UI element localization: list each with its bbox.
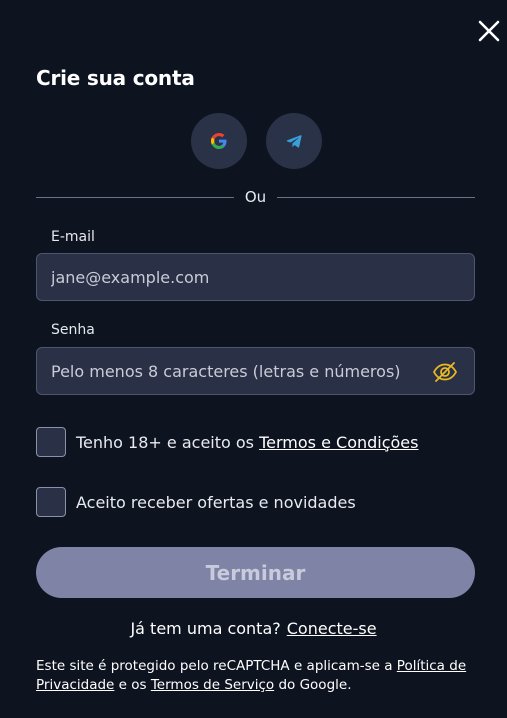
email-label: E-mail [51,229,95,245]
offers-checkbox[interactable] [36,487,66,517]
recaptcha-text-1: Este site é protegido pelo reCAPTCHA e a… [36,658,397,674]
terms-row: Tenho 18+ e aceito os Termos e Condições [36,427,418,457]
close-icon [478,20,500,42]
divider-line-left [36,197,234,198]
google-signin-button[interactable] [191,113,247,169]
recaptcha-text-3: do Google. [274,677,352,693]
email-field[interactable] [36,253,475,301]
close-button[interactable] [476,18,502,44]
google-icon [211,133,227,149]
terms-prefix: Tenho 18+ e aceito os [76,432,260,452]
recaptcha-notice: Este site é protegido pelo reCAPTCHA e a… [36,657,476,695]
terms-label: Tenho 18+ e aceito os Termos e Condições [76,433,418,452]
recaptcha-text-2: e os [114,677,151,693]
login-row: Já tem uma conta? Conecte-se [0,619,507,638]
eye-off-icon [432,362,458,382]
terms-checkbox[interactable] [36,427,66,457]
terms-of-service-link[interactable]: Termos de Serviço [151,677,274,693]
offers-label: Aceito receber ofertas e novidades [76,492,356,512]
divider-line-right [277,197,475,198]
offers-row: Aceito receber ofertas e novidades [36,487,356,517]
submit-button[interactable]: Terminar [36,547,475,598]
telegram-signin-button[interactable] [266,113,322,169]
have-account-text: Já tem uma conta? [130,619,281,638]
login-link[interactable]: Conecte-se [287,619,377,638]
toggle-password-visibility-button[interactable] [432,359,458,385]
password-label: Senha [51,322,95,338]
password-field[interactable] [36,347,475,395]
terms-link[interactable]: Termos e Condições [259,433,418,452]
modal-title: Crie sua conta [36,66,195,90]
telegram-icon [286,135,302,148]
divider-text: Ou [244,188,267,206]
signup-modal: Crie sua conta Ou E-mail Senha Tenho 18+… [0,0,507,718]
